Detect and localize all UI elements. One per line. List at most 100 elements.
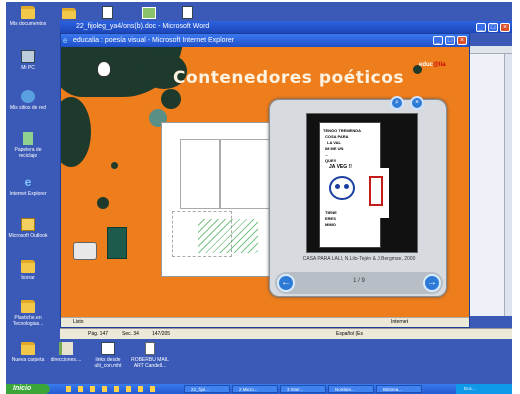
desktop-icon-outlook[interactable]: Microsoft Outlook — [8, 218, 48, 239]
ie-icon: e — [63, 36, 68, 45]
document-icon[interactable] — [102, 6, 113, 19]
folder-icon — [21, 6, 35, 19]
artwork-eye — [344, 184, 349, 189]
ie-title-bar[interactable]: e educalia : poesía visual - Microsoft I… — [61, 34, 469, 47]
desktop-icon-label: Mi PC — [21, 65, 35, 71]
desktop-icon-borrar[interactable]: borrar — [8, 260, 48, 281]
artwork-line: QUE!! — [325, 158, 337, 163]
desktop-icon-label: ROBERBU MAIL ART Candell... — [131, 357, 169, 369]
internet-zone: Internet — [391, 319, 408, 325]
artwork-line: TENGO TREMENDA — [323, 128, 361, 133]
desktop-icon-nueva-carpeta[interactable]: Nueva carpeta — [8, 342, 48, 363]
artwork-line: ERES — [325, 216, 336, 221]
box-net-panel — [180, 139, 220, 209]
desktop-icon-my-documents[interactable]: Mis documentos — [8, 6, 48, 27]
image-viewer: ⌕ × TENGO TREMENDA COSA PARA LA VAL IM M… — [269, 96, 447, 297]
maximize-button[interactable]: □ — [488, 23, 498, 32]
desktop-icon-ie[interactable]: e Internet Explorer — [8, 175, 48, 198]
desktop-icon-plastiche[interactable]: Plastiche.en Tecnologias... — [8, 300, 48, 327]
desktop-icon-my-pc[interactable]: Mi PC — [8, 50, 48, 71]
page-content: Contenedores poéticos educ@lia ⌕ × TENGO… — [61, 47, 469, 317]
desktop-icon-links[interactable]: links desde ulti_con.mht — [88, 342, 128, 369]
viewer-nav-bar: ← 1 / 9 → — [275, 272, 443, 294]
ie-title: educalia : poesía visual - Microsoft Int… — [73, 37, 235, 44]
vertical-scrollbar[interactable] — [504, 54, 512, 316]
desktop-icon-label: Microsoft Outlook — [8, 233, 48, 239]
desktop-icon-label: Mis documentos — [9, 21, 47, 27]
status-text: Listo — [73, 319, 84, 325]
desktop-icon-label: Plastiche.en Tecnologias... — [12, 315, 44, 327]
teal-box — [107, 227, 127, 259]
word-title-bar[interactable]: 22_fijoleg_ya4/ons(b).doc - Microsoft Wo… — [60, 21, 512, 33]
folder-icon[interactable] — [62, 8, 76, 19]
logo-accent: @lia — [433, 62, 446, 68]
artwork-line: LA VAL — [327, 140, 341, 145]
desktop-icon-direcciones[interactable]: direcciones.... — [46, 342, 86, 363]
section-number: Sec. 34 — [122, 331, 139, 337]
character-illustration — [97, 61, 111, 77]
maximize-button[interactable]: □ — [445, 36, 455, 45]
taskbar-item[interactable]: Doc... — [458, 385, 486, 393]
printer-icon[interactable] — [73, 242, 97, 260]
desktop-icon-network[interactable]: Mis sitios de red — [8, 90, 48, 111]
taskbar-item[interactable]: 3 Inter... — [280, 385, 326, 393]
artwork-line: IM ME UN — [325, 146, 344, 151]
folder-icon — [21, 342, 35, 355]
page-number: Pág. 147 — [88, 331, 109, 337]
artwork-line: COSA PARA — [325, 134, 349, 139]
document-icon — [145, 342, 155, 355]
ie-icon: e — [24, 175, 32, 189]
artwork-line: JA VEG !! — [329, 164, 352, 170]
desktop-icon-label: Nueva carpeta — [11, 357, 45, 363]
image-counter: 1 / 9 — [353, 278, 365, 284]
minimize-button[interactable]: _ — [476, 23, 486, 32]
logo-text: educ — [419, 62, 434, 68]
desktop-icon-roberbu[interactable]: ROBERBU MAIL ART Candell... — [130, 342, 170, 369]
quick-launch — [66, 386, 156, 392]
page-title: Contenedores poéticos — [173, 68, 405, 88]
close-icon[interactable]: × — [410, 96, 424, 110]
desktop-icon-label: links desde ulti_con.mht — [94, 357, 122, 369]
artwork-face — [329, 176, 355, 200]
taskbar-item[interactable]: 2 Micro... — [232, 385, 278, 393]
document-icon[interactable] — [182, 6, 193, 19]
start-button[interactable]: Inicio — [6, 384, 50, 394]
educalia-logo[interactable]: educ@lia — [419, 62, 446, 68]
network-icon — [21, 90, 35, 103]
close-button[interactable]: × — [500, 23, 510, 32]
paint-splash — [111, 162, 118, 169]
image-caption: CASA PARA LALI, N.Lilo-Tején & J.Bergman… — [302, 256, 416, 262]
word-status-bar: Pág. 147 Sec. 34 147/205 Español (Es — [60, 328, 512, 339]
artwork-line: MIMO — [325, 222, 336, 227]
close-button[interactable]: × — [457, 36, 467, 45]
recycle-bin-icon — [23, 132, 33, 145]
web-file-icon — [101, 342, 115, 355]
next-arrow-icon[interactable]: → — [423, 274, 441, 292]
computer-icon — [21, 50, 35, 63]
image-icon[interactable] — [142, 7, 156, 19]
green-scribbles — [198, 219, 258, 253]
folder-icon — [21, 300, 35, 313]
taskbar-item[interactable]: Nombre... — [328, 385, 374, 393]
desktop-icon-label: Mis sitios de red — [9, 105, 47, 111]
paint-splash — [61, 97, 91, 167]
taskbar-item[interactable]: 22_fijol... — [184, 385, 230, 393]
taskbar-item[interactable]: Bitstrea... — [376, 385, 422, 393]
ie-window: e educalia : poesía visual - Microsoft I… — [60, 33, 470, 328]
system-tray: Doc... — [456, 384, 512, 394]
folder-icon — [21, 260, 35, 273]
desktop-icon-label: direcciones.... — [50, 357, 82, 363]
outlook-icon — [21, 218, 35, 231]
artwork-eye — [335, 184, 340, 189]
desktop-icon-label: borrar — [21, 275, 35, 281]
zoom-icon[interactable]: ⌕ — [390, 96, 404, 110]
desktop-icon-recycle-bin[interactable]: Papelera de reciclaje — [8, 132, 48, 159]
book-icon — [59, 342, 73, 355]
minimize-button[interactable]: _ — [433, 36, 443, 45]
poem-artwork[interactable]: TENGO TREMENDA COSA PARA LA VAL IM ME UN… — [306, 113, 418, 253]
ie-status-bar: Listo Internet — [61, 317, 469, 327]
artwork-line: TIENE — [325, 210, 337, 215]
paint-splash — [97, 197, 109, 209]
artwork-figure — [369, 176, 383, 206]
artwork-line: ... — [325, 152, 329, 157]
